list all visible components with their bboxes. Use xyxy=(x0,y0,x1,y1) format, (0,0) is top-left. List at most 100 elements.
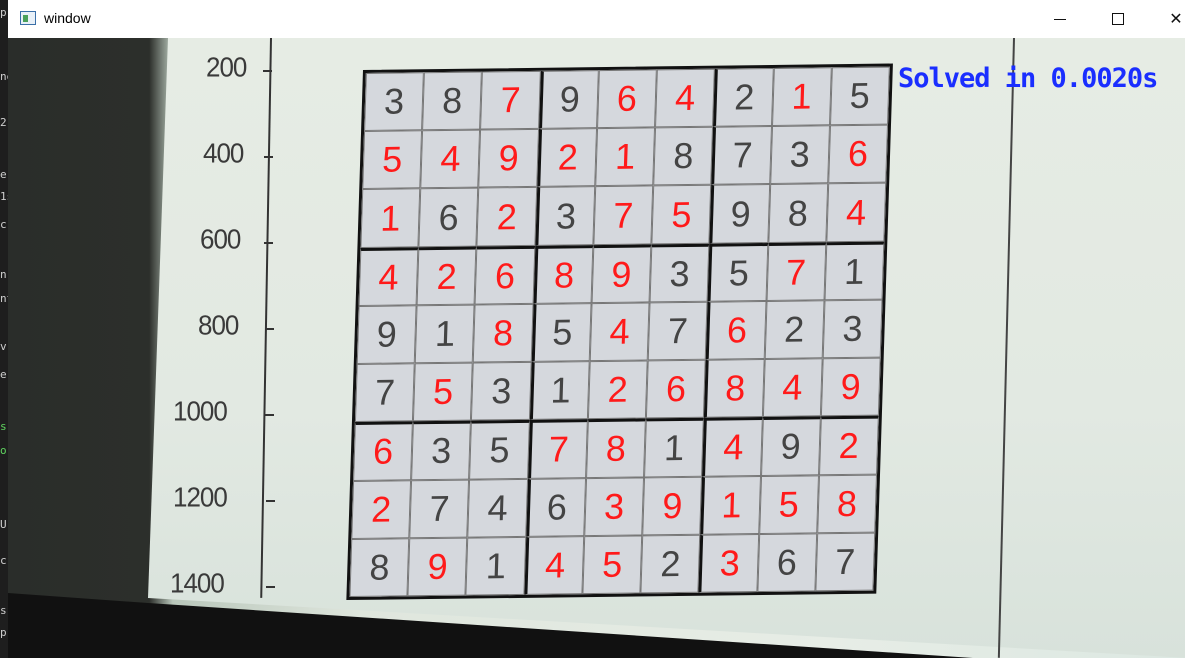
sudoku-cell: 3 xyxy=(769,125,830,185)
sudoku-cell: 1 xyxy=(700,475,761,535)
sudoku-cell: 7 xyxy=(480,70,541,130)
sudoku-cell: 5 xyxy=(829,66,890,126)
y-tick-label: 800 xyxy=(198,309,239,341)
app-window: window ✕ 200 400 600 800 1000 1200 1400 387964… xyxy=(8,0,1185,658)
sudoku-cell: 5 xyxy=(582,535,643,595)
sudoku-cell: 7 xyxy=(593,185,654,245)
sudoku-cell: 8 xyxy=(349,538,410,597)
sudoku-cell: 6 xyxy=(756,533,817,593)
sudoku-cell: 2 xyxy=(476,187,537,247)
sudoku-cell: 6 xyxy=(645,359,707,419)
sudoku-cell: 2 xyxy=(713,67,774,127)
sudoku-cell: 4 xyxy=(524,535,585,595)
sudoku-cell: 9 xyxy=(356,305,417,365)
sudoku-cell: 1 xyxy=(414,304,476,364)
title-bar[interactable]: window ✕ xyxy=(8,0,1185,38)
sudoku-cell: 6 xyxy=(353,421,414,481)
y-tick-mark xyxy=(266,586,275,588)
sudoku-cell: 6 xyxy=(827,124,888,184)
sudoku-cell: 8 xyxy=(585,418,646,478)
sudoku-cell: 6 xyxy=(706,300,767,360)
background-text-fragment: 2 xyxy=(0,116,7,129)
solve-status: Solved in 0.0020s xyxy=(898,63,1158,94)
sudoku-cell: 8 xyxy=(533,244,594,304)
background-text-fragment: c xyxy=(0,554,7,567)
sudoku-cell: 5 xyxy=(758,474,819,534)
sudoku-cell: 9 xyxy=(709,184,770,244)
sudoku-cell: 9 xyxy=(407,537,468,597)
y-tick-label: 1200 xyxy=(173,481,228,513)
sudoku-cell: 9 xyxy=(642,476,703,536)
minimize-button[interactable] xyxy=(1031,0,1089,38)
sudoku-cell: 2 xyxy=(587,360,648,420)
sudoku-cell: 3 xyxy=(584,476,645,536)
sudoku-cell: 3 xyxy=(535,186,596,246)
background-text-fragment: c xyxy=(0,218,7,231)
sudoku-cell: 2 xyxy=(640,534,701,594)
sudoku-cell: 8 xyxy=(473,303,534,363)
sudoku-cell: 4 xyxy=(826,183,887,242)
sudoku-cell: 6 xyxy=(596,69,657,129)
sudoku-cell: 8 xyxy=(767,183,828,243)
sudoku-cell: 8 xyxy=(704,359,765,419)
maximize-icon xyxy=(1112,13,1124,25)
sudoku-cell: 3 xyxy=(471,361,532,421)
sudoku-cell: 7 xyxy=(409,479,470,539)
sudoku-cell: 9 xyxy=(820,357,881,417)
sudoku-cell: 6 xyxy=(475,245,536,305)
y-tick-mark xyxy=(264,242,273,244)
sudoku-cell: 1 xyxy=(771,67,832,127)
sudoku-cell: 1 xyxy=(360,188,421,248)
sudoku-cell: 4 xyxy=(655,68,716,128)
sudoku-cell: 7 xyxy=(527,419,588,479)
sudoku-cell: 6 xyxy=(525,477,586,537)
sudoku-cell: 7 xyxy=(354,363,415,423)
background-text-fragment: s xyxy=(0,604,7,617)
sudoku-cell: 4 xyxy=(762,358,823,418)
sudoku-cell: 2 xyxy=(764,300,825,360)
y-tick-mark xyxy=(265,414,274,416)
sudoku-cell: 5 xyxy=(531,303,592,362)
sudoku-cell: 8 xyxy=(422,71,483,131)
sudoku-cell: 3 xyxy=(698,533,759,593)
sudoku-board: 3879642155492187361623759844268935719185… xyxy=(346,63,903,620)
y-tick-label: 400 xyxy=(203,137,244,169)
background-text-fragment: U xyxy=(0,518,7,531)
app-icon xyxy=(20,11,36,25)
sudoku-cell: 7 xyxy=(766,241,827,301)
background-text-fragment: s xyxy=(0,420,7,433)
sudoku-cell: 4 xyxy=(420,129,481,189)
sudoku-cell: 5 xyxy=(362,130,423,190)
y-tick-label: 1000 xyxy=(173,395,228,427)
sudoku-cell: 3 xyxy=(822,299,883,359)
sudoku-cell: 4 xyxy=(358,246,419,306)
sudoku-cell: 7 xyxy=(815,532,876,592)
sudoku-cell: 1 xyxy=(644,418,705,477)
sudoku-cell: 7 xyxy=(647,301,708,361)
y-tick-mark xyxy=(263,70,272,72)
y-tick-label: 200 xyxy=(206,51,247,83)
background-app-strip: p ne 2 er 1s c n nt v e s or Uc s p xyxy=(0,0,13,658)
sudoku-cell: 5 xyxy=(651,185,712,245)
sudoku-cell: 3 xyxy=(411,420,472,480)
maximize-button[interactable] xyxy=(1089,0,1147,38)
window-title: window xyxy=(44,10,91,26)
sudoku-cell: 8 xyxy=(653,126,714,186)
sudoku-cell: 2 xyxy=(536,128,597,188)
background-text-fragment: e xyxy=(0,368,7,381)
sudoku-cell: 7 xyxy=(711,126,772,186)
sudoku-cell: 5 xyxy=(469,420,530,480)
close-button[interactable]: ✕ xyxy=(1147,0,1185,38)
sudoku-cell: 2 xyxy=(818,415,879,475)
sudoku-cell: 3 xyxy=(364,72,425,132)
sudoku-cell: 1 xyxy=(595,127,656,187)
sudoku-cell: 6 xyxy=(418,187,479,247)
sudoku-cell: 5 xyxy=(413,362,474,422)
background-text-fragment: n xyxy=(0,268,7,281)
background-text-fragment: p xyxy=(0,6,7,19)
y-tick-mark xyxy=(263,156,273,158)
sudoku-cell: 3 xyxy=(649,243,710,303)
sudoku-cell: 1 xyxy=(529,361,590,421)
camera-frame: 200 400 600 800 1000 1200 1400 387964215549218… xyxy=(8,38,1185,658)
sudoku-cell: 9 xyxy=(478,129,539,188)
